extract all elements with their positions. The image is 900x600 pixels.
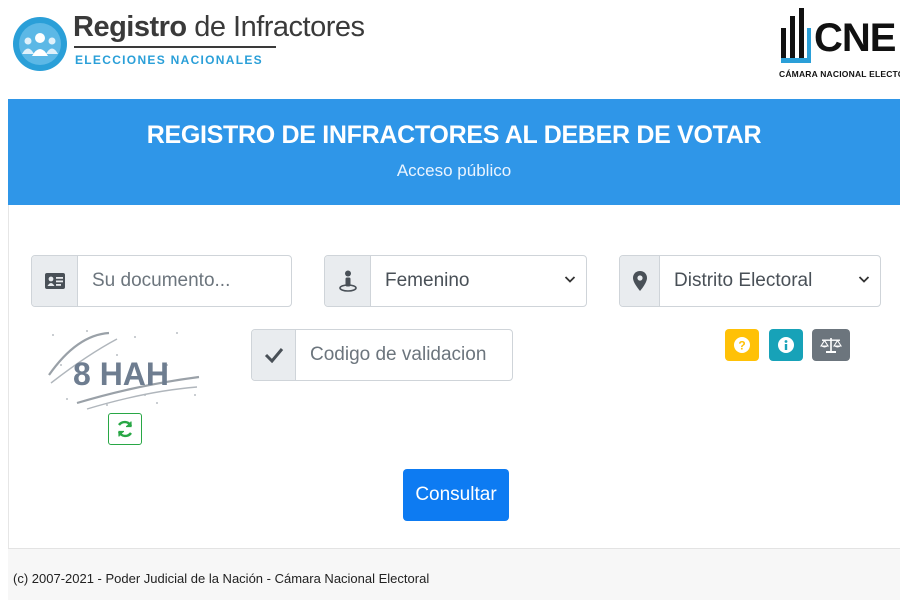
map-marker-icon [620,256,660,306]
captcha-image: 8 HAH [47,325,201,413]
svg-text:?: ? [738,339,745,353]
refresh-captcha-button[interactable] [108,413,142,445]
district-select-value: Distrito Electoral [674,270,813,291]
district-select-group: Distrito Electoral [619,255,881,307]
sex-select-group: Femenino [324,255,587,307]
registro-logo[interactable]: Registro de Infractores ELECCIONES NACIO… [13,8,365,76]
cne-subtitle: CÁMARA NACIONAL ELECTORAL [779,69,900,79]
chevron-down-icon [564,276,576,283]
logo-title: Registro de Infractores [73,11,365,43]
footer-copyright: (c) 2007-2021 - Poder Judicial de la Nac… [13,571,430,586]
district-select[interactable]: Distrito Electoral [660,256,880,306]
cne-wordmark: CNE [814,16,896,60]
help-button[interactable]: ? [725,329,759,361]
voters-logo-icon [13,8,67,76]
balance-scale-icon [820,338,842,353]
page-title: REGISTRO DE INFRACTORES AL DEBER DE VOTA… [146,121,762,149]
captcha-text: 8 HAH [73,356,169,392]
sex-select-value: Femenino [385,270,470,291]
document-input[interactable]: Su documento... [78,256,291,306]
logo-divider [74,46,276,48]
top-header: Registro de Infractores ELECCIONES NACIO… [0,0,900,98]
validation-input-group: Codigo de validacion [251,329,513,381]
question-icon: ? [734,337,750,353]
sex-select[interactable]: Femenino [371,256,586,306]
id-card-icon [32,256,78,306]
refresh-icon [117,420,133,438]
document-input-group: Su documento... [31,255,292,307]
info-button[interactable] [769,329,803,361]
page-banner: REGISTRO DE INFRACTORES AL DEBER DE VOTA… [8,99,900,205]
search-form: Su documento... Femenino Distrito Electo… [8,205,900,548]
chevron-down-icon [858,276,870,283]
page-subtitle: Acceso público [396,161,512,180]
logo-subtitle: ELECCIONES NACIONALES [75,53,263,67]
validation-code-input[interactable]: Codigo de validacion [296,330,512,380]
consultar-button[interactable]: Consultar [403,469,509,521]
check-icon [252,330,296,380]
info-icon [778,337,794,353]
person-pin-icon [325,256,371,306]
cne-logo[interactable]: CNE CÁMARA NACIONAL ELECTORAL [779,6,900,86]
footer: (c) 2007-2021 - Poder Judicial de la Nac… [8,548,900,600]
cne-emblem-icon [781,8,811,63]
law-button[interactable] [812,329,850,361]
